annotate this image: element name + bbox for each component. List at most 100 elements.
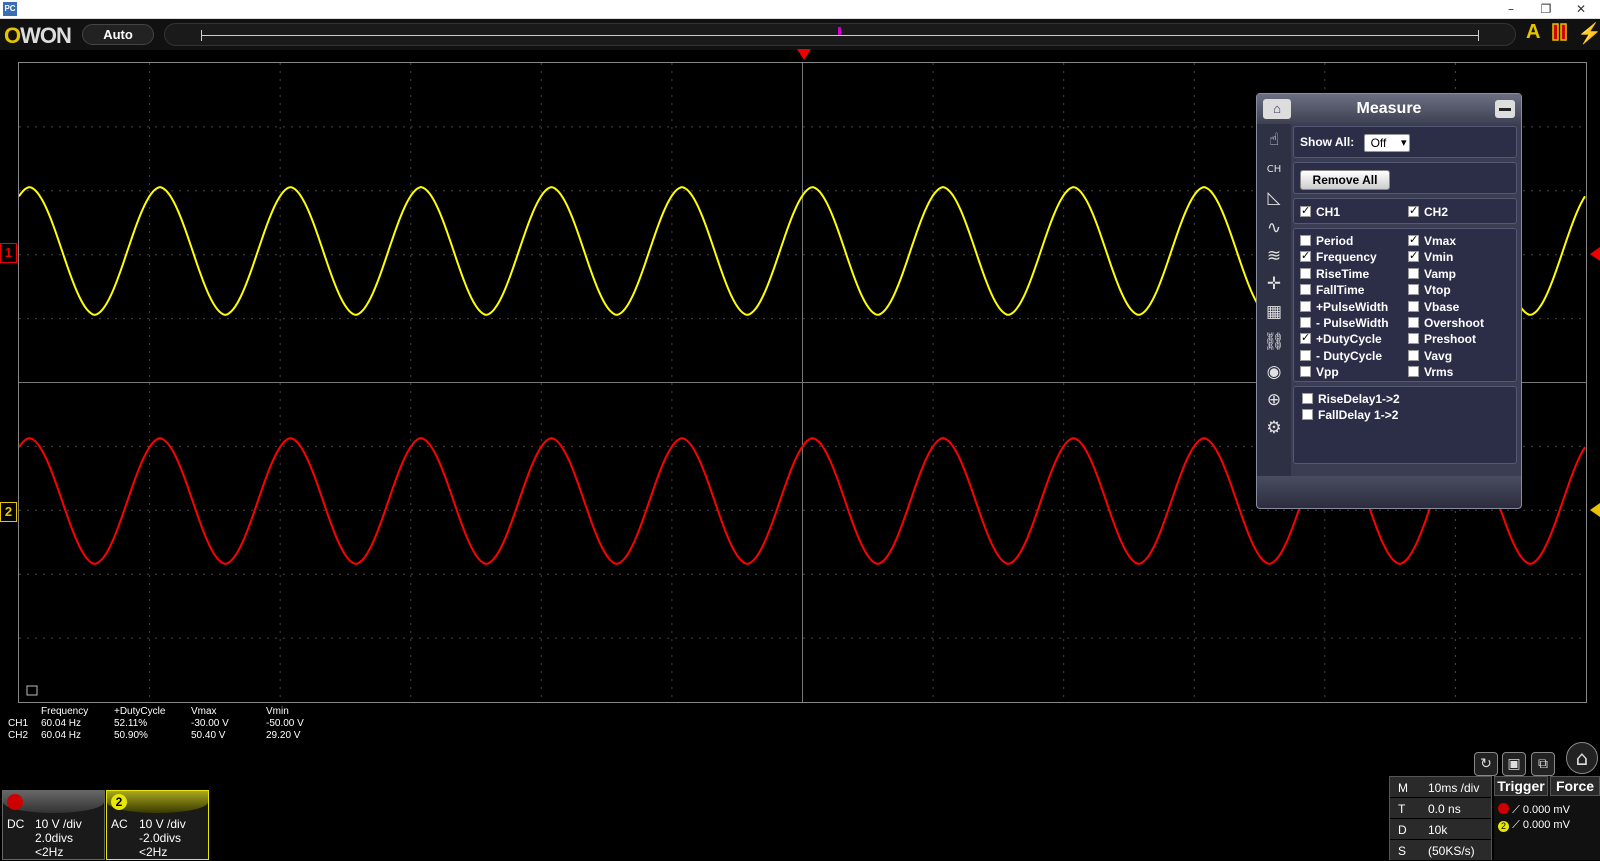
measure-right-item[interactable]: Preshoot bbox=[1408, 332, 1476, 346]
ch2-bandwidth: <2Hz bbox=[139, 845, 168, 859]
measure-left-checkbox[interactable] bbox=[1300, 300, 1311, 312]
help-icon[interactable]: ◉ bbox=[1261, 360, 1287, 384]
measure-right-checkbox[interactable] bbox=[1408, 366, 1419, 378]
measure-left-item[interactable]: FallTime bbox=[1300, 283, 1364, 297]
measure-left-checkbox[interactable] bbox=[1300, 366, 1311, 378]
home-button-icon[interactable]: ⌂ bbox=[1566, 742, 1598, 774]
measure-left-item[interactable]: Frequency bbox=[1300, 249, 1377, 264]
measure-right-item[interactable]: Vrms bbox=[1408, 365, 1453, 379]
restore-button[interactable]: ❐ bbox=[1531, 0, 1561, 19]
measure-left-checkbox[interactable] bbox=[1300, 284, 1311, 296]
measure-left-label: +DutyCycle bbox=[1316, 332, 1382, 347]
ch1-offset: 2.0divs bbox=[35, 831, 74, 845]
timebase-position-bar[interactable] bbox=[164, 23, 1516, 46]
measure-left-checkbox[interactable] bbox=[1300, 317, 1311, 328]
math-waveform-icon[interactable]: ≋ bbox=[1261, 244, 1287, 268]
measure-right-item[interactable]: Vamp bbox=[1408, 267, 1456, 281]
trigger-time-marker[interactable] bbox=[797, 49, 811, 60]
measure-right-checkbox[interactable] bbox=[1408, 284, 1419, 296]
measure-right-item[interactable]: Vbase bbox=[1408, 300, 1459, 314]
minimize-panel-button[interactable] bbox=[1495, 100, 1515, 118]
measure-left-checkbox[interactable] bbox=[1300, 267, 1311, 279]
measure-right-checkbox[interactable] bbox=[1408, 249, 1419, 263]
waveform-icon[interactable]: ∿ bbox=[1261, 216, 1287, 240]
measure-right-item[interactable]: Vavg bbox=[1408, 349, 1452, 363]
force-button[interactable]: Force bbox=[1550, 776, 1600, 796]
owon-logo: OWON bbox=[4, 23, 72, 48]
measure-right-checkbox[interactable] bbox=[1408, 333, 1419, 345]
zoom-icon[interactable]: ⊕ bbox=[1261, 388, 1287, 412]
remove-all-button[interactable]: Remove All bbox=[1300, 170, 1390, 190]
link-icon[interactable]: ⛓ bbox=[1261, 330, 1287, 354]
delay-item[interactable]: FallDelay 1->2 bbox=[1302, 408, 1398, 422]
delay-item[interactable]: RiseDelay1->2 bbox=[1302, 392, 1400, 406]
measure-left-checkbox[interactable] bbox=[1300, 349, 1311, 361]
measure-icon[interactable]: ▦ bbox=[1261, 300, 1287, 324]
save-icon[interactable]: ▣ bbox=[1502, 752, 1526, 776]
measure-left-item[interactable]: Vpp bbox=[1300, 365, 1339, 379]
measure-left-checkbox[interactable] bbox=[1300, 249, 1311, 263]
ch1-checkbox-row[interactable]: CH1 bbox=[1300, 204, 1340, 219]
measure-left-item[interactable]: +PulseWidth bbox=[1300, 300, 1388, 314]
hand-icon[interactable]: ☝ bbox=[1261, 128, 1287, 152]
close-button[interactable]: ✕ bbox=[1566, 0, 1596, 19]
measure-right-checkbox[interactable] bbox=[1408, 317, 1419, 328]
ch1-marker[interactable]: 1 bbox=[0, 243, 17, 263]
channel-icon[interactable]: CH bbox=[1261, 158, 1287, 182]
delay-checkbox[interactable] bbox=[1302, 409, 1313, 421]
measure-right-item[interactable]: Vmax bbox=[1408, 233, 1456, 248]
measure-left-item[interactable]: +DutyCycle bbox=[1300, 331, 1382, 347]
measure-right-item[interactable]: Overshoot bbox=[1408, 316, 1484, 330]
minimize-button[interactable]: – bbox=[1496, 0, 1526, 19]
measure-right-item[interactable]: Vmin bbox=[1408, 249, 1453, 264]
header-vmax: Vmax bbox=[191, 706, 217, 717]
timebase-box[interactable]: M 10ms /div T 0.0 ns D 10k S (50KS/s) bbox=[1389, 776, 1492, 861]
auto-button[interactable]: Auto bbox=[82, 24, 154, 45]
ch2-checkbox[interactable] bbox=[1408, 204, 1419, 217]
panel-sidebar: ☝ CH ◺ ∿ ≋ ✛ ▦ ⛓ ◉ ⊕ ⚙ bbox=[1257, 124, 1291, 476]
ch2-trigger-level-marker[interactable] bbox=[1590, 503, 1600, 517]
cursor-icon[interactable]: ✛ bbox=[1261, 272, 1287, 296]
ch2-checkbox-row[interactable]: CH2 bbox=[1408, 204, 1448, 219]
measure-right-checkbox[interactable] bbox=[1408, 300, 1419, 312]
trigger-button[interactable]: Trigger bbox=[1494, 776, 1548, 796]
show-all-select[interactable]: Off bbox=[1363, 134, 1410, 152]
ch2-duty-cycle: 50.90% bbox=[114, 730, 148, 741]
delay-label: RiseDelay1->2 bbox=[1318, 392, 1400, 406]
measure-left-item[interactable]: Period bbox=[1300, 234, 1353, 248]
ch1-trigger-level-marker[interactable] bbox=[1590, 247, 1600, 261]
trigger-position-marker[interactable] bbox=[838, 27, 841, 35]
measure-left-item[interactable]: RiseTime bbox=[1300, 267, 1369, 281]
measure-right-checkbox[interactable] bbox=[1408, 349, 1419, 361]
header-frequency: Frequency bbox=[41, 706, 89, 717]
delay-checkbox[interactable] bbox=[1302, 393, 1313, 404]
measure-right-checkbox[interactable] bbox=[1408, 267, 1419, 279]
measure-left-checkbox[interactable] bbox=[1300, 235, 1311, 246]
ch1-coupling: DC bbox=[7, 817, 25, 831]
ch2-vmin: 29.20 V bbox=[266, 730, 301, 741]
a-icon[interactable]: A bbox=[1526, 21, 1540, 44]
timebase-m-value: 10ms /div bbox=[1428, 781, 1480, 795]
measure-left-item[interactable]: - PulseWidth bbox=[1300, 316, 1389, 330]
gear-icon[interactable]: ⚙ bbox=[1261, 416, 1287, 440]
ruler-icon[interactable]: ◺ bbox=[1261, 186, 1287, 210]
ch1-settings-box[interactable]: 1 DC 10 V /div 2.0divs <2Hz bbox=[2, 790, 105, 860]
lightning-icon[interactable]: ⚡ bbox=[1577, 21, 1600, 46]
ch1-bandwidth: <2Hz bbox=[35, 845, 64, 859]
measure-right-checkbox[interactable] bbox=[1408, 233, 1419, 246]
timebase-row-t: T 0.0 ns bbox=[1390, 798, 1491, 819]
measure-right-item[interactable]: Vtop bbox=[1408, 283, 1451, 297]
ch1-checkbox[interactable] bbox=[1300, 204, 1311, 217]
ch2-settings-box[interactable]: 2 AC 10 V /div -2.0divs <2Hz bbox=[106, 790, 209, 860]
home-icon[interactable]: ⌂ bbox=[1263, 99, 1291, 119]
run-stop-icon[interactable] bbox=[1551, 21, 1569, 49]
copy-icon[interactable]: ⧉ bbox=[1531, 752, 1555, 776]
measure-items-box: Period Frequency RiseTime FallTime +PulseWid… bbox=[1293, 228, 1517, 382]
measure-left-item[interactable]: - DutyCycle bbox=[1300, 349, 1382, 363]
timebase-d-value: 10k bbox=[1428, 823, 1448, 837]
measure-right-label: Vtop bbox=[1424, 283, 1451, 298]
ch2-marker[interactable]: 2 bbox=[0, 502, 17, 522]
measure-left-checkbox[interactable] bbox=[1300, 331, 1311, 345]
timebase-s-key: S bbox=[1398, 844, 1407, 858]
rotate-icon[interactable]: ↻ bbox=[1474, 752, 1498, 776]
